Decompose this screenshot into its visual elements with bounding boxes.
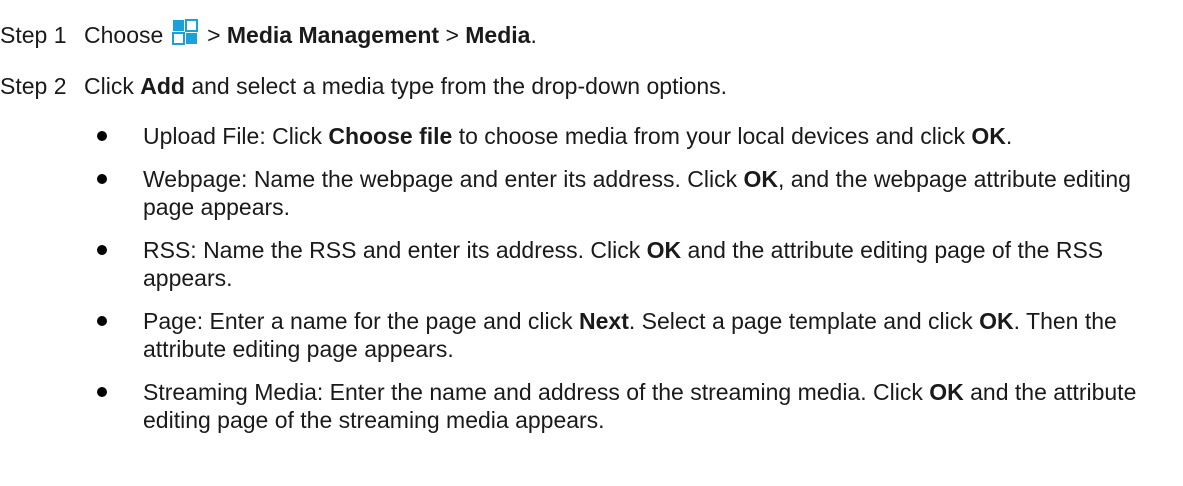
next-ref: Next bbox=[579, 308, 629, 334]
ok-ref: OK bbox=[743, 166, 778, 192]
menu-item-media: Media bbox=[465, 22, 531, 48]
ok-ref: OK bbox=[971, 123, 1006, 149]
step-2: Step 2 Click Add and select a media type … bbox=[0, 72, 727, 100]
ok-ref: OK bbox=[929, 379, 964, 405]
item-text: Page: Enter a name for the page and clic… bbox=[143, 308, 573, 334]
step-2-instruction: and select a media type from the drop-do… bbox=[191, 73, 728, 99]
choose-file-ref: Choose file bbox=[328, 123, 453, 149]
list-item-page: Page: Enter a name for the page and clic… bbox=[0, 307, 1173, 363]
item-text: RSS: Name the RSS and enter its address.… bbox=[143, 237, 641, 263]
step-2-label: Step 2 bbox=[0, 73, 67, 99]
document-page: Step 1 Choose > Media Management > Media.… bbox=[0, 0, 1183, 486]
step-1: Step 1 Choose > Media Management > Media. bbox=[0, 19, 537, 49]
item-text: Streaming Media: Enter the name and addr… bbox=[143, 379, 923, 405]
item-text: Webpage: Name the webpage and enter its … bbox=[143, 166, 738, 192]
item-text: . Select a page template and click bbox=[628, 308, 973, 334]
menu-media-management: Media Management bbox=[226, 22, 440, 48]
sentence-end: . bbox=[530, 22, 537, 48]
item-text: to choose media from your local devices … bbox=[458, 123, 965, 149]
list-item-upload-file: Upload File: Click Choose file to choose… bbox=[0, 122, 1173, 150]
step-1-label: Step 1 bbox=[0, 22, 67, 48]
item-text: . bbox=[1005, 123, 1013, 149]
list-item-streaming-media: Streaming Media: Enter the name and addr… bbox=[0, 378, 1173, 434]
path-separator: > bbox=[207, 22, 221, 48]
media-type-list: Upload File: Click Choose file to choose… bbox=[0, 122, 1183, 449]
step-2-click-text: Click bbox=[84, 73, 134, 99]
list-item-rss: RSS: Name the RSS and enter its address.… bbox=[0, 236, 1173, 292]
add-button-ref: Add bbox=[140, 73, 185, 99]
list-item-webpage: Webpage: Name the webpage and enter its … bbox=[0, 165, 1173, 221]
path-separator: > bbox=[445, 22, 459, 48]
grid-menu-icon bbox=[171, 19, 198, 45]
step-1-choose-text: Choose bbox=[84, 22, 164, 48]
ok-ref: OK bbox=[979, 308, 1014, 334]
ok-ref: OK bbox=[646, 237, 682, 263]
item-text: Upload File: Click bbox=[143, 123, 322, 149]
